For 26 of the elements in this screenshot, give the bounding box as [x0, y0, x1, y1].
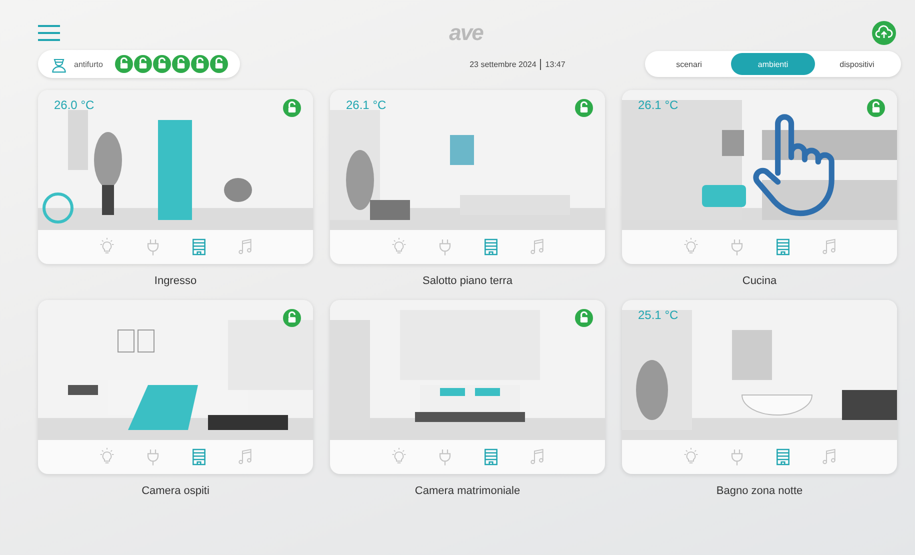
- date-text: 23 settembre 2024: [470, 60, 536, 68]
- menu-icon[interactable]: [38, 24, 60, 42]
- view-tab[interactable]: dispositivi: [815, 53, 899, 75]
- temperature-text: 26.1 °C: [638, 98, 678, 112]
- room-name: Salotto piano terra: [422, 275, 512, 287]
- alarm-label: antifurto: [74, 60, 103, 68]
- temperature-text: 26.1 °C: [346, 98, 386, 112]
- room-card[interactable]: 25.1 °C: [622, 300, 897, 474]
- room-name: Cucina: [742, 275, 777, 287]
- room-name: Ingresso: [154, 275, 197, 287]
- room-card[interactable]: 26.0 °C: [38, 90, 313, 264]
- room-card[interactable]: [330, 300, 605, 474]
- room-card[interactable]: 26.1 °C: [330, 90, 605, 264]
- view-tab[interactable]: scenari: [647, 53, 731, 75]
- time-text: 13:47: [545, 60, 566, 68]
- view-tab[interactable]: ambienti: [731, 53, 815, 75]
- alarm-panel[interactable]: antifurto: [38, 50, 240, 78]
- logo: ave: [449, 20, 483, 46]
- temperature-text: 26.0 °C: [54, 98, 94, 112]
- cloud-upload-icon[interactable]: [872, 21, 896, 45]
- room-name: Camera matrimoniale: [414, 485, 520, 497]
- room-name: Bagno zona notte: [716, 485, 803, 497]
- room-card[interactable]: [38, 300, 313, 474]
- temperature-text: 25.1 °C: [638, 308, 678, 322]
- room-name: Camera ospiti: [142, 485, 210, 497]
- room-card[interactable]: 26.1 °C: [622, 90, 897, 264]
